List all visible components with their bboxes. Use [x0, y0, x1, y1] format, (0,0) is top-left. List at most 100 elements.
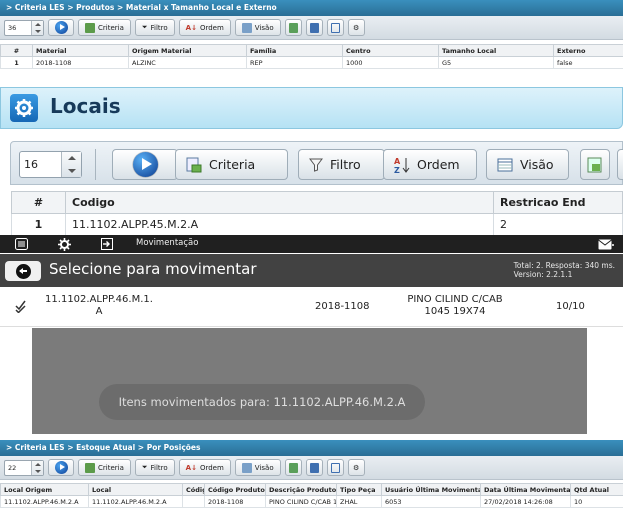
filtro-button[interactable]: ⏷ Filtro: [134, 19, 175, 36]
export-icon: [587, 157, 602, 172]
config-icon: [330, 22, 340, 33]
run-button[interactable]: [112, 149, 178, 180]
visao-button[interactable]: Visão: [234, 459, 281, 476]
sort-az-icon: AZ: [394, 157, 410, 174]
col-usuario[interactable]: Usuário Última Movimentação: [381, 483, 481, 496]
col-index[interactable]: #: [11, 191, 66, 214]
col-index[interactable]: #: [0, 44, 33, 57]
item-quantity: 10/10: [556, 301, 585, 312]
table-row[interactable]: 11.1102.ALPP.46.M.2.A 11.1102.ALPP.46.M.…: [0, 495, 623, 508]
export-button[interactable]: [580, 149, 610, 180]
item-location: 11.1102.ALPP.46.M.1. A: [44, 294, 154, 318]
visao-button[interactable]: Visão: [486, 149, 569, 180]
back-arrow-icon: [15, 263, 31, 279]
gear-icon[interactable]: [58, 238, 71, 251]
estoque-table: Local Origem Local Códig Código Produto …: [0, 483, 623, 508]
page-size-stepper[interactable]: 36: [4, 19, 44, 36]
col-codigo-produto[interactable]: Código Produto: [204, 483, 266, 496]
item-description: PINO CILIND C/CAB 1045 19X74: [395, 294, 515, 318]
config-button[interactable]: [326, 19, 344, 36]
ordem-button[interactable]: A↓ Ordem: [178, 19, 231, 36]
table-row[interactable]: 1 11.1102.ALPP.45.M.2.A 2: [11, 213, 623, 236]
cell: 2018-1108: [32, 56, 129, 69]
col-tamanho[interactable]: Tamanho Local: [438, 44, 554, 57]
filtro-label: Filtro: [330, 157, 361, 172]
col-descricao[interactable]: Descrição Produto: [265, 483, 337, 496]
criteria-button[interactable]: Criteria: [175, 149, 288, 180]
criteria-button[interactable]: Criteria: [78, 19, 131, 36]
item-desc-line: PINO CILIND C/CAB: [407, 294, 503, 305]
col-local-origem[interactable]: Local Origem: [0, 483, 89, 496]
filtro-button[interactable]: Filtro: [298, 149, 385, 180]
filtro-button[interactable]: ⏷ Filtro: [134, 459, 175, 476]
col-restricao[interactable]: Restricao End: [493, 191, 623, 214]
page-size-value: 16: [24, 158, 38, 171]
export-button[interactable]: [284, 19, 302, 36]
list-item[interactable]: 11.1102.ALPP.46.M.1. A 2018-1108 PINO CI…: [0, 287, 623, 327]
top-panel: > Criteria LES > Produtos > Material x T…: [0, 0, 623, 69]
locais-toolbar: 16 Criteria Filtro AZ Ordem Visão: [10, 141, 623, 185]
criteria-button[interactable]: Criteria: [78, 459, 131, 476]
visao-label: Visão: [254, 463, 274, 472]
wrench-icon: ⚙: [352, 463, 360, 472]
tools-button[interactable]: ⚙: [347, 459, 365, 476]
criteria-icon: [85, 22, 95, 33]
col-externo[interactable]: Externo: [553, 44, 623, 57]
cell: 27/02/2018 14:26:08: [480, 495, 571, 508]
config-icon: [330, 462, 340, 473]
funnel-icon: ⏷: [141, 23, 148, 31]
ordem-label: Ordem: [199, 463, 224, 472]
save-button[interactable]: [305, 19, 323, 36]
mail-icon[interactable]: [598, 239, 614, 250]
toolbar: 36 Criteria ⏷ Filtro A↓ Ordem Visão ⚙: [0, 16, 623, 40]
back-button[interactable]: [5, 261, 41, 281]
col-familia[interactable]: Família: [246, 44, 343, 57]
funnel-icon: [309, 158, 323, 172]
col-qtd[interactable]: Qtd Atual: [570, 483, 623, 496]
more-button[interactable]: [617, 149, 623, 180]
export-button[interactable]: [284, 459, 302, 476]
col-data[interactable]: Data Última Movimentação: [480, 483, 571, 496]
visao-button[interactable]: Visão: [234, 19, 281, 36]
ordem-label: Ordem: [417, 157, 460, 172]
config-button[interactable]: [326, 459, 344, 476]
bottom-panel: > Criteria LES > Estoque Atual > Por Pos…: [0, 440, 623, 508]
col-local[interactable]: Local: [88, 483, 183, 496]
item-material: 2018-1108: [315, 301, 370, 312]
view-icon: [497, 158, 513, 171]
tools-button[interactable]: ⚙: [347, 19, 365, 36]
page-size-stepper[interactable]: 22: [4, 459, 44, 476]
visao-label: Visão: [254, 23, 274, 32]
menu-icon[interactable]: [15, 238, 28, 250]
table-row[interactable]: 1 2018-1108 ALZINC REP 1000 G5 false: [0, 56, 623, 69]
page-size-stepper[interactable]: 16: [19, 151, 82, 178]
view-icon: [241, 462, 252, 473]
sub-header-title: Selecione para movimentar: [49, 260, 257, 278]
cell: 2: [493, 213, 623, 236]
col-centro[interactable]: Centro: [342, 44, 439, 57]
run-button[interactable]: [48, 19, 74, 36]
col-codig[interactable]: Códig: [182, 483, 205, 496]
filtro-label: Filtro: [150, 463, 168, 472]
double-check-icon: [15, 300, 26, 313]
col-tipo-peca[interactable]: Tipo Peça: [336, 483, 382, 496]
funnel-icon: ⏷: [141, 463, 148, 471]
logout-icon[interactable]: [101, 238, 113, 250]
export-icon: [288, 22, 298, 33]
svg-text:A: A: [394, 157, 401, 166]
screen-overlay: Itens movimentados para: 11.1102.ALPP.46…: [32, 328, 587, 434]
col-origem[interactable]: Origem Material: [128, 44, 247, 57]
col-material[interactable]: Material: [32, 44, 129, 57]
cell: ALZINC: [128, 56, 247, 69]
save-button[interactable]: [305, 459, 323, 476]
criteria-label: Criteria: [98, 463, 124, 472]
toolbar: 22 Criteria ⏷ Filtro A↓ Ordem Visão ⚙: [0, 456, 623, 480]
ordem-button[interactable]: A↓ Ordem: [178, 459, 231, 476]
breadcrumb: > Criteria LES > Produtos > Material x T…: [0, 0, 623, 16]
run-button[interactable]: [48, 459, 74, 476]
visao-label: Visão: [520, 157, 554, 172]
ordem-button[interactable]: AZ Ordem: [383, 149, 477, 180]
col-codigo[interactable]: Codigo: [65, 191, 494, 214]
filtro-label: Filtro: [150, 23, 168, 32]
criteria-label: Criteria: [209, 157, 256, 172]
